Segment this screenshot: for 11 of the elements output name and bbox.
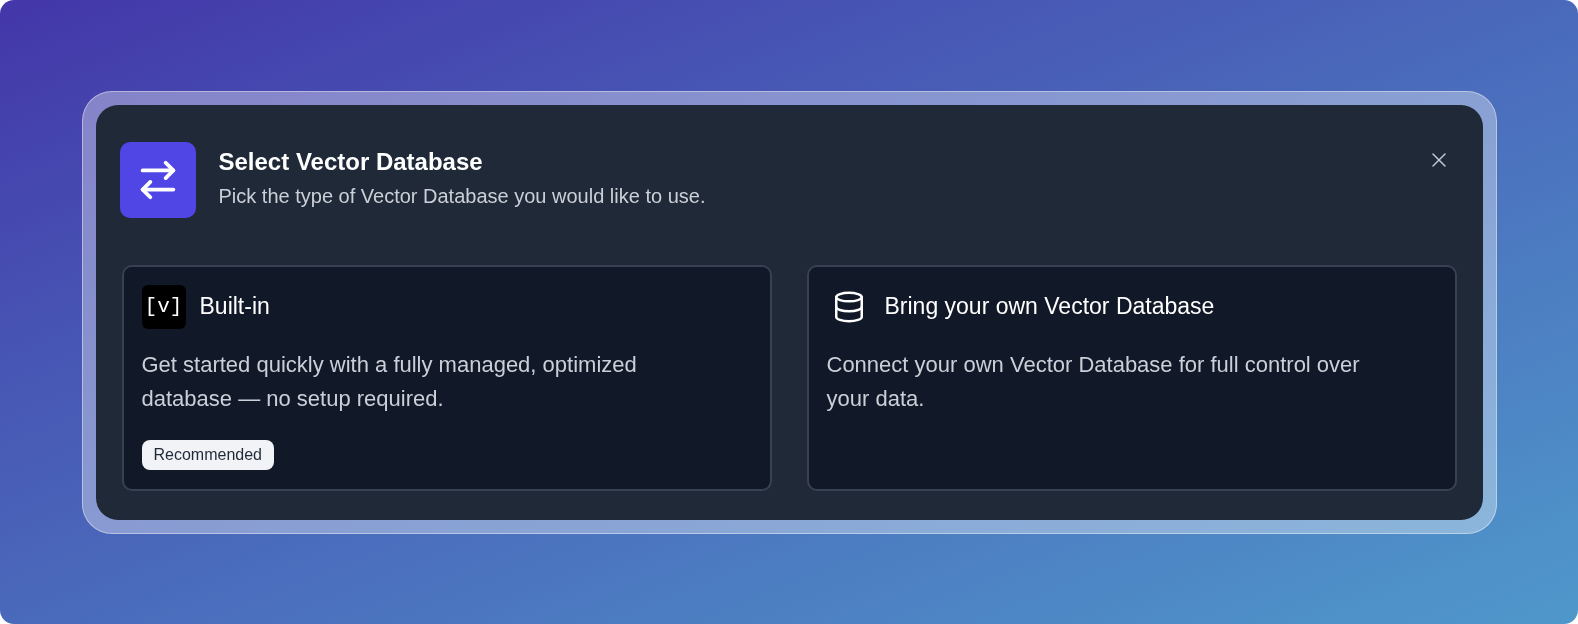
dialog-title: Select Vector Database [218,146,484,177]
option-title: Built-in [199,292,270,321]
option-card[interactable]: [v] Built-in Get started quickly with a fully managed, optimized database — no setup required. Recommended [121,264,772,491]
option-title: Bring your own Vector Database [884,292,1215,321]
option-description: Connect your own Vector Database for full control over your data. [826,350,1361,413]
recommended-badge: Recommended [141,439,274,470]
swap-arrows-icon [119,141,196,218]
option-description: Get started quickly with a fully managed, optimized database — no setup required. [141,350,638,413]
logo-tile: [v] [141,284,186,329]
dialog-subtitle: Pick the type of Vector Database you would like to use. [218,183,706,209]
option-card[interactable]: Bring your own Vector Database Connect your own Vector Database for full control over your data. [806,264,1457,491]
